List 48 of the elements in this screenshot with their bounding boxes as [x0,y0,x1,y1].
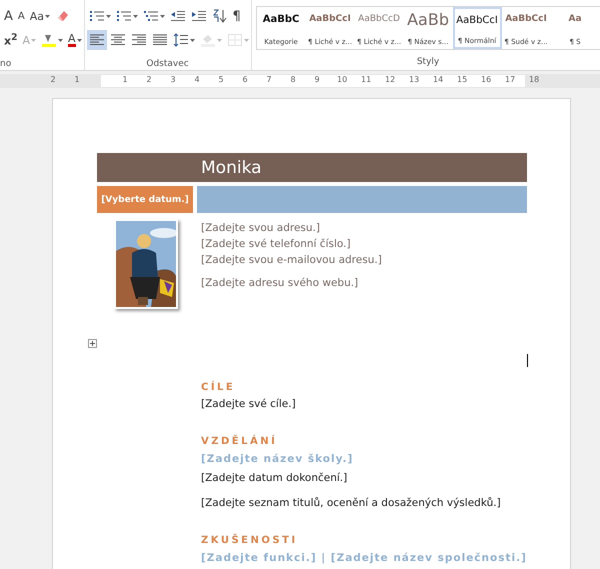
caret-icon [106,14,111,18]
website-line[interactable]: [Zadejte adresu svého webu.] [201,275,382,291]
placeholder-text[interactable]: [Zadejte své cíle.] [201,395,527,413]
shrink-button[interactable]: A [16,6,27,26]
contact-line[interactable]: [Zadejte svou e-mailovou adresu.] [201,252,382,268]
outdent-icon [170,9,186,23]
text-cursor [527,354,528,367]
group-label: no [0,58,12,70]
caret-icon [132,14,138,18]
grow-button[interactable]: A [2,6,15,26]
pilcrow-button[interactable]: ¶ [230,6,243,26]
case-button[interactable]: Aa [28,6,52,26]
font-color-button[interactable]: A [66,30,84,50]
line-spacing-icon [172,33,189,47]
align-left-button[interactable] [86,30,107,50]
caret-icon [58,38,64,42]
placeholder-text[interactable]: [Zadejte seznam titulů, ocenění a dosažených výsledků.] [201,494,527,512]
caret-icon [244,38,249,42]
caret-icon [160,14,165,18]
highlighter-icon [41,33,58,47]
group-label: Styly [416,56,440,68]
caret-icon [76,38,82,42]
caret-icon [190,38,195,42]
justify-icon [152,33,168,47]
border-grid-icon [226,33,243,47]
contact-line[interactable]: [Zadejte svou adresu.] [201,220,382,236]
group-label: Odstavec [145,58,190,70]
placeholder-text[interactable]: [Zadejte datum dokončení.] [201,469,527,487]
multilevel-list-icon [142,9,159,23]
contact-line[interactable]: [Zadejte své telefonní číslo.] [201,236,382,252]
align-center-icon [110,33,126,47]
sort-icon [212,9,228,23]
caret-icon [216,38,222,42]
move-handle-icon[interactable] [88,339,97,348]
indent-icon [190,9,207,23]
name-bar: Monika [97,153,527,182]
bullet-list-icon [88,9,105,23]
numbered-list-icon [116,9,132,23]
section-heading: ZKUŠENOSTI [201,534,299,548]
caret-icon [31,38,36,42]
superscript-button[interactable]: x$^{2}$ [2,30,20,50]
caret-icon [45,14,50,18]
ruler: 2 1 1 2 3 4 5 6 7 8 9 10 11 12 13 14 15 16 17 18 [0,74,600,88]
section-heading: CÍLE [201,381,236,395]
align-right-icon [130,33,147,47]
section-heading: VZDĚLÁNÍ [201,435,278,449]
paint-bucket-icon [200,33,216,47]
align-left-icon [88,33,105,47]
